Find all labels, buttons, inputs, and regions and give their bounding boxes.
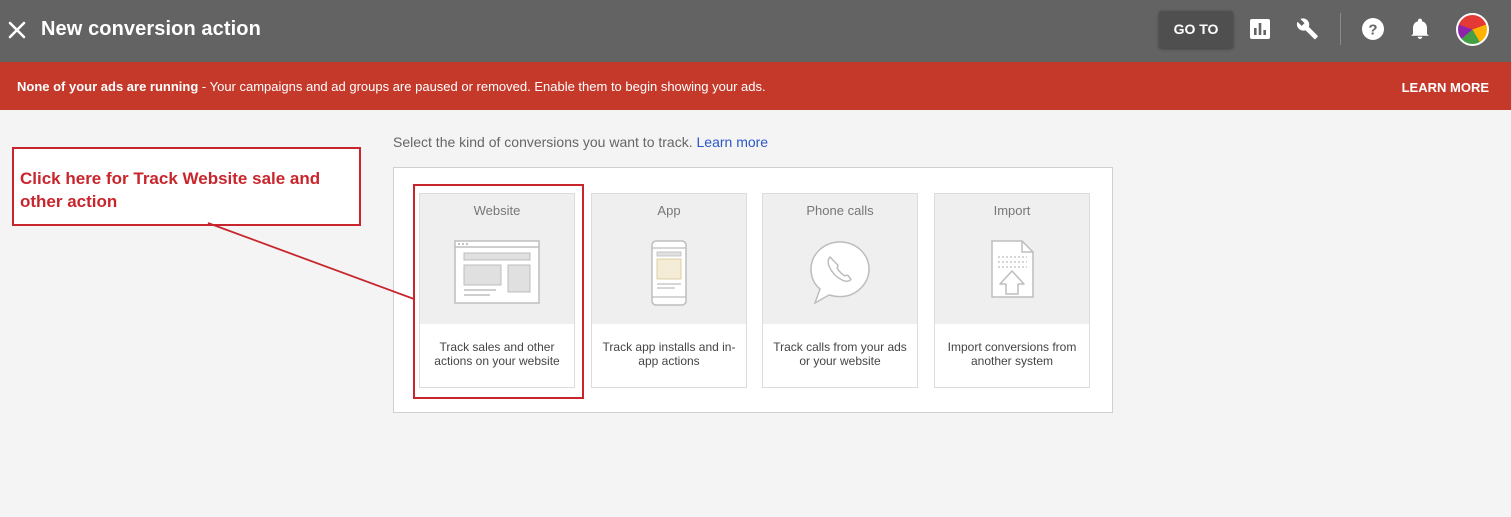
top-bar: New conversion action GO TO ? — [0, 0, 1511, 62]
website-card-highlight — [413, 184, 584, 399]
go-to-button[interactable]: GO TO — [1159, 11, 1233, 48]
toolbar-divider — [1340, 13, 1341, 45]
svg-text:?: ? — [1368, 22, 1377, 39]
prompt-text: Select the kind of conversions you want … — [393, 134, 693, 150]
alert-message: None of your ads are running - Your camp… — [17, 79, 766, 94]
app-card[interactable]: App Track app installs and in-app action… — [591, 193, 747, 388]
import-document-icon — [991, 240, 1034, 298]
notifications-bell-icon[interactable] — [1408, 17, 1432, 41]
learn-more-banner-link[interactable]: LEARN MORE — [1402, 80, 1489, 95]
card-description: Track calls from your ads or your websit… — [773, 340, 907, 368]
reports-icon[interactable] — [1248, 17, 1272, 41]
import-card[interactable]: Import Import conversions from another s… — [934, 193, 1090, 388]
card-name: App — [657, 203, 681, 218]
phone-call-icon — [810, 241, 870, 305]
card-name: Phone calls — [806, 203, 874, 218]
annotation-callout: Click here for Track Website sale and ot… — [12, 147, 361, 226]
page-title: New conversion action — [41, 18, 261, 40]
learn-more-link[interactable]: Learn more — [697, 134, 769, 150]
phone-app-icon — [651, 240, 687, 306]
annotation-text: Click here for Track Website sale and ot… — [20, 169, 321, 211]
card-name: Import — [993, 203, 1031, 218]
tools-wrench-icon[interactable] — [1296, 17, 1320, 41]
conversion-type-prompt: Select the kind of conversions you want … — [393, 134, 768, 150]
card-description: Import conversions from another system — [947, 340, 1077, 368]
phone-calls-card[interactable]: Phone calls Track calls from your ads or… — [762, 193, 918, 388]
alert-banner: None of your ads are running - Your camp… — [0, 62, 1511, 110]
help-icon[interactable]: ? — [1361, 17, 1385, 41]
alert-text: - Your campaigns and ad groups are pause… — [198, 79, 766, 94]
account-avatar[interactable] — [1456, 13, 1489, 46]
card-description: Track app installs and in-app actions — [602, 340, 736, 368]
alert-title: None of your ads are running — [17, 79, 199, 94]
close-icon[interactable] — [7, 19, 27, 41]
